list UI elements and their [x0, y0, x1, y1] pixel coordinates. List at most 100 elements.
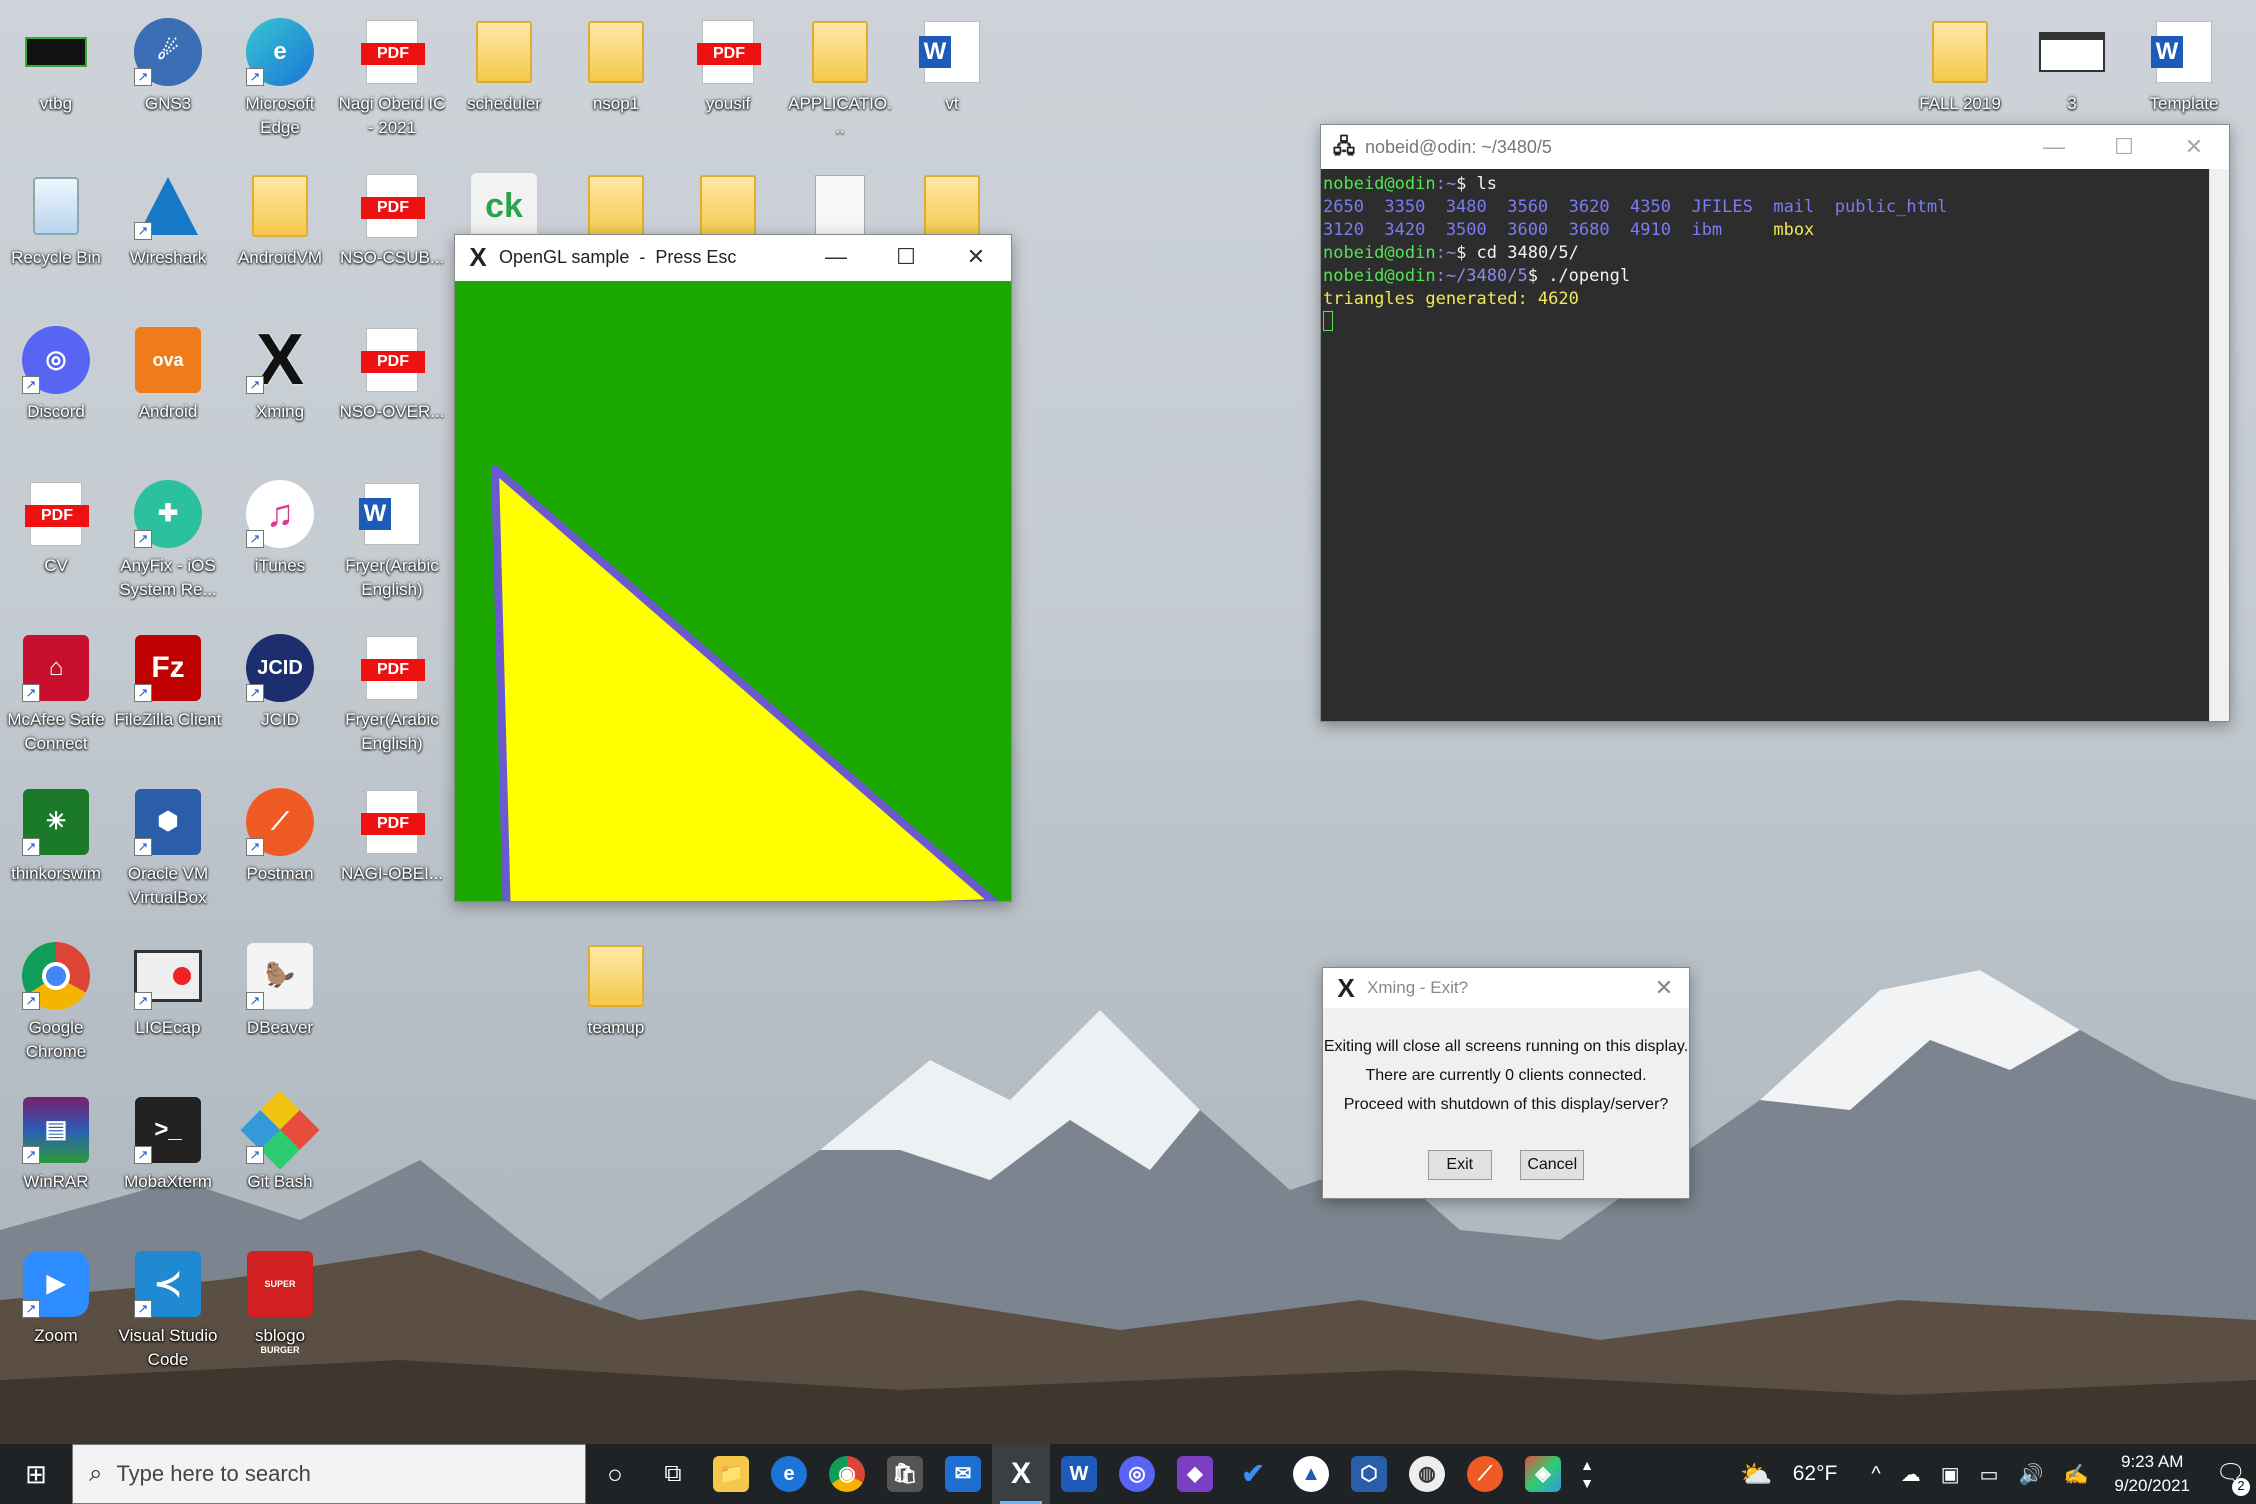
display-icon[interactable]: ▣ [1931, 1462, 1970, 1487]
clock[interactable]: 9:23 AM 9/20/2021 [2098, 1450, 2206, 1498]
desktop-icon-xming[interactable]: X ↗ Xming [224, 318, 336, 424]
git-icon: ◈ [1525, 1456, 1561, 1492]
ck-icon: ck [468, 170, 540, 242]
desktop-icon-licecap[interactable]: ↗ LICEcap [112, 934, 224, 1040]
desktop-icon-itunes[interactable]: ♫ ↗ iTunes [224, 472, 336, 578]
start-button[interactable]: ⊞ [0, 1444, 72, 1504]
search-box[interactable]: ⌕ Type here to search [72, 1444, 586, 1504]
opengl-render [491, 465, 999, 923]
notification-button[interactable]: 🗨 2 [2206, 1444, 2256, 1504]
temperature[interactable]: 62°F [1783, 1462, 1862, 1486]
taskbar-store[interactable]: 🛍 [876, 1444, 934, 1504]
taskbar-overflow[interactable]: ▲ ▼ [1572, 1444, 1602, 1504]
desktop-icon-edge[interactable]: e ↗ Microsoft Edge [224, 10, 336, 140]
opengl-canvas[interactable] [455, 281, 1011, 923]
desktop-icon-winrar[interactable]: ▤ ↗ WinRAR [0, 1088, 112, 1194]
mcafee-icon: ⌂ ↗ [20, 632, 92, 704]
desktop-icon-nsop1[interactable]: nsop1 [560, 10, 672, 116]
xming-exit-dialog[interactable]: X Xming - Exit? ✕ Exiting will close all… [1322, 967, 1690, 1199]
terminal-window[interactable]: 🖧 nobeid@odin: ~/3480/5 — ☐ ✕ nobeid@odi… [1320, 124, 2230, 722]
desktop-icon-wireshark[interactable]: ↗ Wireshark [112, 164, 224, 270]
desktop-icon-fryer-word[interactable]: W Fryer(Arabic English) [336, 472, 448, 602]
desktop-icon-fryer-pdf[interactable]: PDF Fryer(Arabic English) [336, 626, 448, 756]
desktop-icon-yousif[interactable]: PDF yousif [672, 10, 784, 116]
desktop-icon-nso-over[interactable]: PDF NSO-OVER... [336, 318, 448, 424]
cortana-button[interactable]: ○ [586, 1444, 644, 1504]
desktop-icon-3[interactable]: 3 [2016, 10, 2128, 116]
desktop-icon-nagi-obei[interactable]: PDF NAGI-OBEI... [336, 780, 448, 886]
taskbar-app-a[interactable]: ▲ [1282, 1444, 1340, 1504]
desktop-icon-applicatio[interactable]: APPLICATIO... [784, 10, 896, 140]
desktop-icon-git-bash[interactable]: ↗ Git Bash [224, 1088, 336, 1194]
taskbar-edge[interactable]: e [760, 1444, 818, 1504]
desktop-icon-vt[interactable]: W vt [896, 10, 1008, 116]
taskbar-git[interactable]: ◈ [1514, 1444, 1572, 1504]
taskbar-word[interactable]: W [1050, 1444, 1108, 1504]
minimize-button[interactable]: — [2019, 125, 2089, 169]
desktop-icon-thinkorswim[interactable]: ✳ ↗ thinkorswim [0, 780, 112, 886]
close-button[interactable]: ✕ [2159, 125, 2229, 169]
desktop-icon-vscode[interactable]: ≺ ↗ Visual Studio Code [112, 1242, 224, 1372]
taskbar-mail[interactable]: ✉ [934, 1444, 992, 1504]
document-icon [804, 170, 876, 242]
desktop-icon-zoom[interactable]: ▶ ↗ Zoom [0, 1242, 112, 1348]
desktop-icon-filezilla[interactable]: Fz ↗ FileZilla Client [112, 626, 224, 732]
maximize-button[interactable]: ☐ [2089, 125, 2159, 169]
taskbar-visual-studio[interactable]: ◆ [1166, 1444, 1224, 1504]
desktop-icon-template-readin[interactable]: W Template Readin... [2128, 10, 2240, 116]
pdf-icon: PDF [20, 478, 92, 550]
dialog-titlebar[interactable]: X Xming - Exit? ✕ [1323, 968, 1689, 1008]
desktop-icon-cv[interactable]: PDF CV [0, 472, 112, 578]
taskbar-file-explorer[interactable]: 📁 [702, 1444, 760, 1504]
maximize-button[interactable]: ☐ [871, 235, 941, 279]
terminal-scrollbar[interactable] [2209, 169, 2229, 721]
close-button[interactable]: ✕ [1639, 968, 1689, 1008]
pen-icon[interactable]: ✍ [2053, 1462, 2098, 1487]
cancel-button[interactable]: Cancel [1520, 1150, 1585, 1180]
volume-icon[interactable]: 🔊 [2009, 1462, 2054, 1487]
taskbar-postman[interactable]: ⟋ [1456, 1444, 1514, 1504]
battery-icon[interactable]: ▭ [1970, 1462, 2009, 1487]
weather-icon[interactable]: ⛅ [1730, 1459, 1782, 1490]
search-placeholder: Type here to search [116, 1461, 311, 1486]
desktop-icon-androidvm[interactable]: AndroidVM [224, 164, 336, 270]
taskbar-xming[interactable]: X [992, 1444, 1050, 1504]
desktop-icon-nagi-obeid-ic[interactable]: PDF Nagi Obeid IC - 2021 [336, 10, 448, 140]
terminal-titlebar[interactable]: 🖧 nobeid@odin: ~/3480/5 — ☐ ✕ [1321, 125, 2229, 169]
onedrive-icon[interactable]: ☁ [1891, 1462, 1931, 1487]
desktop-icon-mobaxterm[interactable]: >_ ↗ MobaXterm [112, 1088, 224, 1194]
taskbar-chrome[interactable]: ◉ [818, 1444, 876, 1504]
taskbar-app-b[interactable]: ◍ [1398, 1444, 1456, 1504]
opengl-window[interactable]: X OpenGL sample - Press Esc — ☐ ✕ [454, 234, 1012, 923]
edge-icon: e [771, 1456, 807, 1492]
desktop-icon-teamup[interactable]: teamup [560, 934, 672, 1040]
desktop-icon-scheduler[interactable]: scheduler [448, 10, 560, 116]
xming-icon: X ↗ [244, 324, 316, 396]
desktop-icon-dbeaver[interactable]: 🦫 ↗ DBeaver [224, 934, 336, 1040]
desktop-icon-nso-csub[interactable]: PDF NSO-CSUB... [336, 164, 448, 270]
close-button[interactable]: ✕ [941, 235, 1011, 279]
desktop-icon-postman[interactable]: ⟋ ↗ Postman [224, 780, 336, 886]
opengl-titlebar[interactable]: X OpenGL sample - Press Esc — ☐ ✕ [455, 235, 1011, 279]
desktop-icon-recycle-bin[interactable]: Recycle Bin [0, 164, 112, 270]
desktop-icon-mcafee[interactable]: ⌂ ↗ McAfee Safe Connect [0, 626, 112, 756]
taskbar-todo[interactable]: ✔ [1224, 1444, 1282, 1504]
desktop-icon-discord[interactable]: ◎ ↗ Discord [0, 318, 112, 424]
desktop-icon-vtbg[interactable]: vtbg [0, 10, 112, 116]
desktop-icon-anyfix[interactable]: ✚ ↗ AnyFix - iOS System Re... [112, 472, 224, 602]
desktop-icon-gns3[interactable]: ☄ ↗ GNS3 [112, 10, 224, 116]
chevron-up-icon[interactable]: ^ [1861, 1463, 1890, 1486]
desktop-icon-virtualbox[interactable]: ⬢ ↗ Oracle VM VirtualBox [112, 780, 224, 910]
desktop-icon-sblogo[interactable]: SUPER BURGER sblogo [224, 1242, 336, 1355]
taskbar-virtualbox[interactable]: ⬡ [1340, 1444, 1398, 1504]
taskbar-discord[interactable]: ◎ [1108, 1444, 1166, 1504]
desktop-icon-fall-2019[interactable]: FALL 2019 [1904, 10, 2016, 116]
pdf-icon: PDF [356, 632, 428, 704]
desktop-icon-google-chrome[interactable]: ↗ Google Chrome [0, 934, 112, 1064]
exit-button[interactable]: Exit [1427, 1150, 1492, 1180]
terminal-output[interactable]: nobeid@odin:~$ ls 2650 3350 3480 3560 36… [1321, 169, 2209, 721]
task-view-button[interactable]: ⧉ [644, 1444, 702, 1504]
desktop-icon-android[interactable]: ova Android [112, 318, 224, 424]
desktop-icon-jcid[interactable]: JCID ↗ JCID [224, 626, 336, 732]
minimize-button[interactable]: — [801, 235, 871, 279]
